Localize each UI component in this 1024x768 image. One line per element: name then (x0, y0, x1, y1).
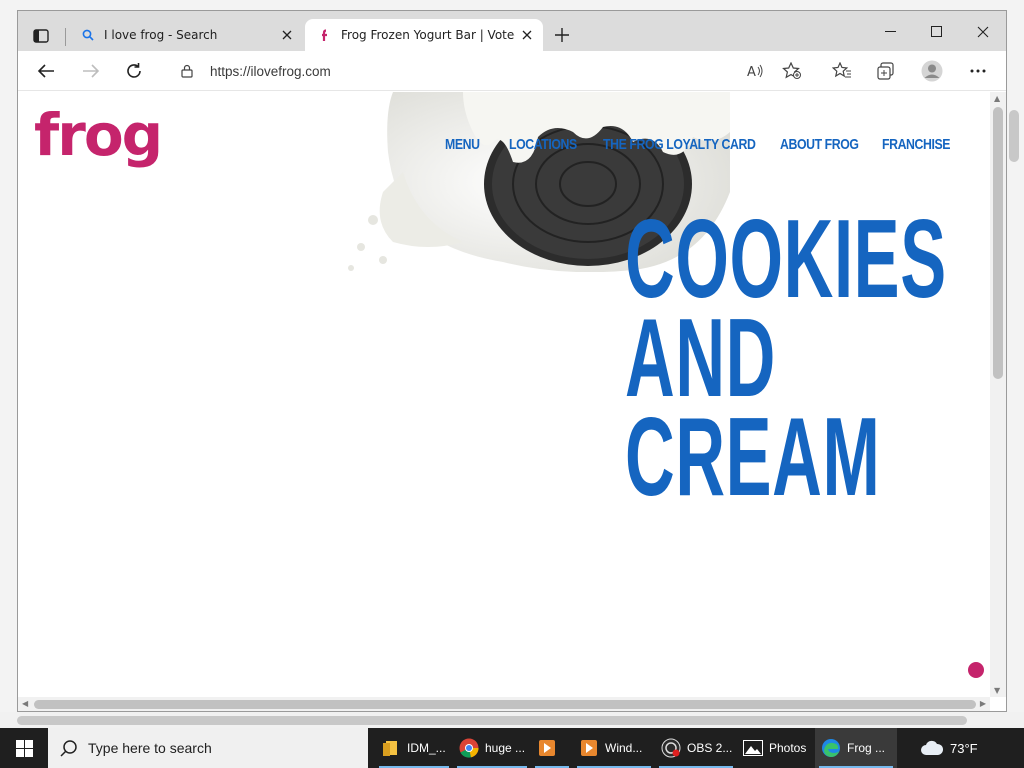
web-page: frog MENU LOCATIONS THE FROG LOYALTY CAR… (18, 92, 990, 697)
nav-franchise[interactable]: FRANCHISE (882, 136, 950, 153)
tab-title: Frog Frozen Yogurt Bar | Voted b (341, 28, 515, 42)
cloud-icon (920, 740, 944, 756)
nav-menu[interactable]: MENU (445, 136, 480, 153)
frog-logo[interactable]: frog (34, 106, 163, 164)
folder-icon (381, 738, 401, 758)
windows-start-icon[interactable] (0, 728, 48, 768)
collections-icon[interactable] (870, 55, 902, 87)
nav-locations[interactable]: LOCATIONS (509, 136, 577, 153)
address-bar[interactable]: https://ilovefrog.com (164, 55, 804, 87)
lock-icon[interactable] (178, 62, 196, 80)
scroll-left-icon[interactable]: ◀ (22, 699, 28, 708)
vertical-scroll-thumb[interactable] (993, 107, 1003, 379)
refresh-icon[interactable] (118, 55, 150, 87)
outer-vertical-scroll-thumb[interactable] (1009, 110, 1019, 162)
tab-strip: I love frog - Search Frog Frozen Yogurt … (18, 11, 1006, 51)
new-tab-icon[interactable] (550, 23, 574, 47)
obs-icon (661, 738, 681, 758)
tab-actions-icon[interactable] (28, 25, 54, 47)
taskbar-item-obs[interactable]: OBS 2... (655, 728, 737, 768)
weather-widget[interactable]: 73°F (920, 728, 978, 768)
nav-about-frog[interactable]: ABOUT FROG (780, 136, 859, 153)
favorites-icon[interactable] (826, 55, 858, 87)
tab-search[interactable]: I love frog - Search (68, 19, 303, 51)
minimize-icon[interactable] (868, 17, 914, 47)
tab-title: I love frog - Search (104, 28, 218, 42)
taskbar-item-media[interactable] (531, 728, 573, 768)
headline-line: COOKIES (625, 197, 947, 321)
browser-window: I love frog - Search Frog Frozen Yogurt … (17, 10, 1007, 712)
horizontal-scrollbar[interactable]: ◀ ▶ (18, 697, 990, 711)
svg-text:A: A (747, 65, 756, 79)
weather-temp: 73°F (950, 740, 978, 756)
photos-icon (743, 738, 763, 758)
frog-favicon-icon (317, 27, 333, 43)
maximize-icon[interactable] (914, 17, 960, 47)
close-tab-icon[interactable] (515, 23, 539, 47)
scroll-down-icon[interactable]: ▼ (994, 686, 1000, 695)
media-player-icon (537, 738, 557, 758)
media-player-icon (579, 738, 599, 758)
tab-frog[interactable]: Frog Frozen Yogurt Bar | Voted b (305, 19, 543, 51)
horizontal-scroll-thumb[interactable] (34, 700, 976, 709)
vertical-scrollbar[interactable]: ▲ ▼ (990, 92, 1006, 697)
search-icon (60, 739, 80, 757)
read-aloud-icon[interactable]: A (740, 55, 772, 87)
taskbar-item-chrome[interactable]: huge ... (453, 728, 531, 768)
search-placeholder: Type here to search (88, 740, 212, 756)
browser-toolbar: https://ilovefrog.com A (18, 51, 1006, 91)
outer-horizontal-scroll-thumb[interactable] (17, 716, 967, 725)
headline-line: CREAM (625, 395, 881, 519)
outer-horizontal-scrollbar[interactable] (0, 712, 1024, 728)
taskbar-item-photos[interactable]: Photos (737, 728, 815, 768)
profile-avatar-icon[interactable] (916, 55, 948, 87)
hero-headline: COOKIES AND CREAM (625, 197, 947, 519)
desktop: I love frog - Search Frog Frozen Yogurt … (0, 0, 1024, 768)
headline-line: AND (625, 296, 776, 420)
url-text: https://ilovefrog.com (210, 63, 331, 79)
chrome-icon (459, 738, 479, 758)
taskbar: Type here to search IDM_... huge ... Win… (0, 728, 1024, 768)
search-icon (80, 27, 96, 43)
chat-widget-dot[interactable] (968, 662, 984, 678)
add-favorite-icon[interactable] (776, 55, 808, 87)
settings-more-icon[interactable] (962, 55, 994, 87)
tab-separator (65, 28, 66, 46)
scroll-up-icon[interactable]: ▲ (994, 94, 1000, 103)
taskbar-item-windows-media[interactable]: Wind... (573, 728, 655, 768)
close-window-icon[interactable] (960, 17, 1006, 47)
taskbar-item-edge[interactable]: Frog ... (815, 728, 897, 768)
edge-icon (821, 738, 841, 758)
forward-arrow-icon[interactable] (75, 55, 107, 87)
taskbar-item-file-explorer[interactable]: IDM_... (375, 728, 453, 768)
scroll-right-icon[interactable]: ▶ (980, 699, 986, 708)
nav-loyalty-card[interactable]: THE FROG LOYALTY CARD (603, 136, 756, 153)
close-tab-icon[interactable] (275, 23, 299, 47)
back-arrow-icon[interactable] (30, 55, 62, 87)
taskbar-search-box[interactable]: Type here to search (48, 728, 368, 768)
